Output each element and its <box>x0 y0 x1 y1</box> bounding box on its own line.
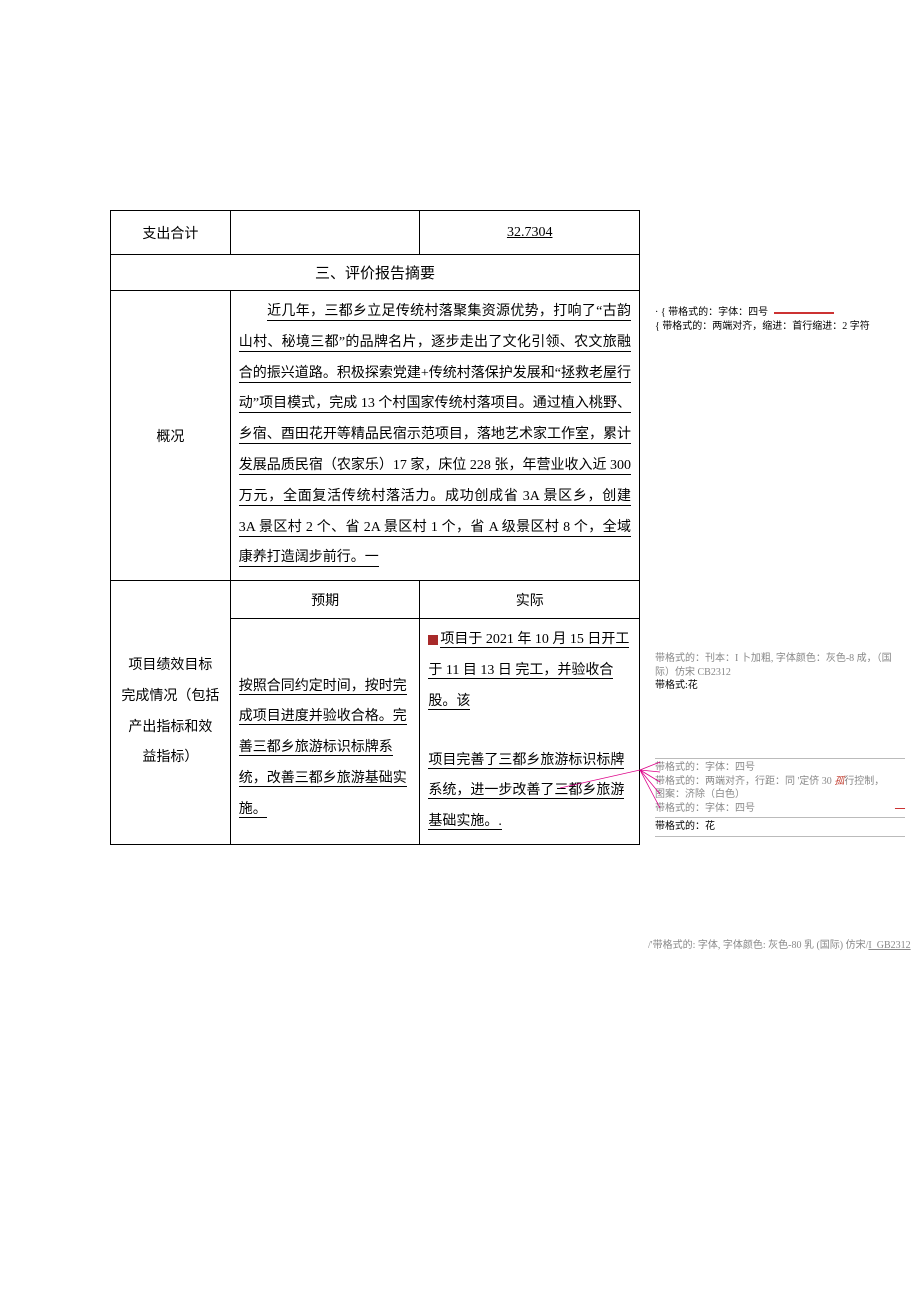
note-group-3: 带格式的：字体：四号 带格式的：两端对齐，行距：同 '定侪 30 孤行控制， 图… <box>655 758 905 837</box>
overview-label: 概况 <box>111 291 231 581</box>
target-label-l2: 完成情况（包括 <box>119 682 222 713</box>
note-3b-word: 孤 <box>834 776 844 787</box>
total-mid-cell <box>230 211 420 255</box>
red-square-icon <box>428 635 438 645</box>
note-group-2: 带格式的：刊本：I 卜加粗, 字体颜色：灰色-8 成，（国际）仿宋 CB2312… <box>655 652 905 693</box>
note-group-4: /'带格式的: 字体, 字体颜色: 灰色-80 乳 (国际) 仿宋/I_GB23… <box>648 939 913 953</box>
target-label-l3: 产出指标和效 <box>119 713 222 744</box>
target-label: 项目绩效目标 完成情况（包括 产出指标和效 益指标） <box>111 581 231 845</box>
expect-text: 按照合同约定时间，按时完成项目进度并验收合格。完善三都乡旅游标识标牌系统，改善三… <box>239 679 407 818</box>
note-2b: 带格式:花 <box>655 679 905 693</box>
overview-body: 近几年，三都乡立足传统村落聚集资源优势，打响了“古韵山村、秘境三都”的品牌名片，… <box>230 291 639 581</box>
note-3c: 图案：济除（白色） <box>655 788 905 802</box>
note-1b: { 带格式的：两端对齐，缩进：首行缩进：2 字符 <box>655 321 870 332</box>
overview-text: 近几年，三都乡立足传统村落聚集资源优势，打响了“古韵山村、秘境三都”的品牌名片，… <box>239 304 631 567</box>
actual-cell: 项目于 2021 年 10 月 15 日开工于 11 目 13 日 完工，并验收… <box>420 619 640 845</box>
section-3-title: 三、评价报告摘要 <box>111 255 640 291</box>
section-3-row: 三、评价报告摘要 <box>111 255 640 291</box>
total-label: 支出合计 <box>111 211 231 255</box>
note-4-link: I_GB2312 <box>868 940 910 951</box>
note-3b: 带格式的：两端对齐，行距：同 '定侪 30 孤行控制， <box>655 775 905 789</box>
target-label-l4: 益指标） <box>119 743 222 774</box>
overview-row: 概况 近几年，三都乡立足传统村落聚集资源优势，打响了“古韵山村、秘境三都”的品牌… <box>111 291 640 581</box>
note-3d-strike: — <box>895 802 905 816</box>
col-actual: 实际 <box>420 581 640 619</box>
note-3a: 带格式的：字体：四号 <box>655 761 905 775</box>
col-expect: 预期 <box>230 581 420 619</box>
total-row: 支出合计 32.7304 <box>111 211 640 255</box>
note-3e: 带格式的：花 <box>655 817 905 834</box>
total-value-cell: 32.7304 <box>420 211 640 255</box>
note-3d-row: 带格式的：字体：四号 — <box>655 802 905 816</box>
actual-text-pre: 项目于 2021 年 10 月 15 日开工于 11 目 13 日 完工，并验收… <box>428 632 629 710</box>
expect-cell: 按照合同约定时间，按时完成项目进度并验收合格。完善三都乡旅游标识标牌系统，改善三… <box>230 619 420 845</box>
note-3d: 带格式的：字体：四号 <box>655 803 755 814</box>
note-3b-b: 行控制， <box>844 776 884 787</box>
note-2: 带格式的：刊本：I 卜加粗, 字体颜色：灰色-8 成，（国际）仿宋 CB2312 <box>655 652 905 679</box>
total-value: 32.7304 <box>507 225 553 240</box>
target-label-l1: 项目绩效目标 <box>119 651 222 682</box>
note-3b-a: 带格式的：两端对齐，行距：同 '定侪 30 <box>655 776 834 787</box>
report-table: 支出合计 32.7304 三、评价报告摘要 概况 近几年，三都乡立足传统村落聚集… <box>110 210 640 845</box>
note-group-1: · { 带格式的：字体：四号 { 带格式的：两端对齐，缩进：首行缩进：2 字符 <box>655 306 905 333</box>
target-header-row: 项目绩效目标 完成情况（包括 产出指标和效 益指标） 预期 实际 <box>111 581 640 619</box>
note-4-pre: /'带格式的: 字体, 字体颜色: 灰色-80 乳 (国际) 仿宋/ <box>648 940 868 951</box>
note-1a: { 带格式的：字体：四号 <box>661 307 768 318</box>
actual-text-post: 项目完善了三都乡旅游标识标牌系统，进一步改善了三都乡旅游基础实施。. <box>428 753 624 831</box>
